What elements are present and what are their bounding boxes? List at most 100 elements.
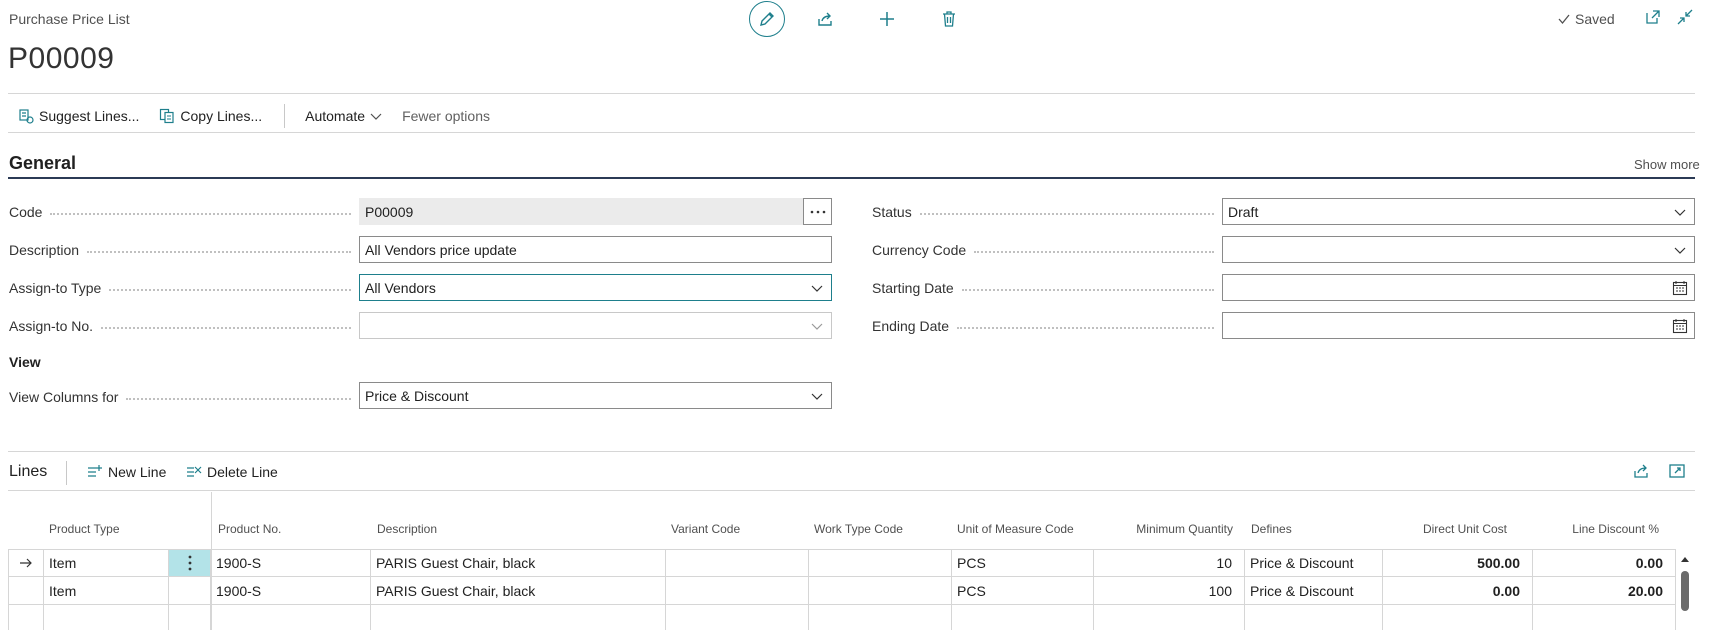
more-vertical-icon bbox=[188, 555, 191, 571]
view-columns-value: Price & Discount bbox=[365, 387, 469, 404]
cell-product-type[interactable]: Item bbox=[44, 577, 169, 604]
label-text: Assign-to Type bbox=[9, 280, 102, 296]
dropdown-trail bbox=[803, 275, 831, 300]
delete-button[interactable] bbox=[935, 5, 963, 33]
cell-min-qty[interactable] bbox=[1094, 605, 1245, 630]
window-controls bbox=[1644, 8, 1694, 29]
cell-line-discount[interactable]: 0.00 bbox=[1533, 550, 1676, 576]
cell-work-type-code[interactable] bbox=[809, 577, 952, 604]
chevron-down-icon bbox=[811, 393, 823, 400]
starting-date-picker-button[interactable] bbox=[1666, 275, 1694, 300]
chevron-down-icon bbox=[811, 285, 823, 292]
fewer-options-button[interactable]: Fewer options bbox=[402, 108, 490, 124]
copy-lines-button[interactable]: Copy Lines... bbox=[159, 108, 262, 124]
col-header-uom[interactable]: Unit of Measure Code bbox=[957, 522, 1074, 536]
section-rule bbox=[8, 177, 1695, 179]
table-row[interactable]: Item 1900-S PARIS Guest Chair, black PCS… bbox=[8, 577, 1676, 605]
cell-uom[interactable]: PCS bbox=[952, 577, 1094, 604]
cell-product-type[interactable] bbox=[44, 605, 169, 630]
open-new-window-icon bbox=[1646, 10, 1660, 24]
new-line-button[interactable]: New Line bbox=[87, 464, 166, 480]
cell-uom[interactable]: PCS bbox=[952, 550, 1094, 576]
col-header-variant-code[interactable]: Variant Code bbox=[671, 522, 740, 536]
col-header-direct-unit-cost[interactable]: Direct Unit Cost bbox=[1372, 522, 1507, 536]
trash-icon bbox=[943, 11, 955, 27]
cell-direct-unit-cost[interactable]: 0.00 bbox=[1383, 577, 1533, 604]
leader-dots bbox=[957, 327, 1214, 329]
col-header-description[interactable]: Description bbox=[377, 522, 437, 536]
status-select[interactable]: Draft bbox=[1222, 198, 1695, 225]
cell-product-type[interactable]: Item bbox=[44, 550, 169, 576]
view-columns-select[interactable]: Price & Discount bbox=[359, 382, 832, 409]
delete-line-button[interactable]: Delete Line bbox=[186, 464, 278, 480]
cell-min-qty[interactable]: 100 bbox=[1094, 577, 1245, 604]
cell-direct-unit-cost[interactable]: 500.00 bbox=[1383, 550, 1533, 576]
currency-code-select[interactable] bbox=[1222, 236, 1695, 263]
automate-menu[interactable]: Automate bbox=[305, 108, 382, 124]
field-label-status: Status bbox=[872, 204, 1222, 220]
code-lookup-button[interactable] bbox=[803, 198, 832, 225]
cell-line-discount[interactable] bbox=[1533, 605, 1676, 630]
lines-top-divider bbox=[8, 451, 1695, 452]
row-actions-button[interactable] bbox=[169, 550, 211, 576]
cell-product-no[interactable]: 1900-S bbox=[211, 577, 371, 604]
scrollbar-thumb[interactable] bbox=[1681, 571, 1689, 611]
cell-product-no[interactable]: 1900-S bbox=[211, 550, 371, 576]
cell-variant-code[interactable] bbox=[666, 550, 809, 576]
cell-uom[interactable] bbox=[952, 605, 1094, 630]
share-button[interactable] bbox=[811, 5, 839, 33]
col-header-min-qty[interactable]: Minimum Quantity bbox=[1093, 522, 1233, 536]
col-header-product-type[interactable]: Product Type bbox=[49, 522, 120, 536]
section-title-general: General bbox=[9, 153, 77, 173]
ending-date-picker-button[interactable] bbox=[1666, 313, 1694, 338]
cell-product-no[interactable] bbox=[211, 605, 371, 630]
cell-work-type-code[interactable] bbox=[809, 550, 952, 576]
col-header-defines[interactable]: Defines bbox=[1251, 522, 1292, 536]
field-label-assign-to-no: Assign-to No. bbox=[9, 318, 359, 334]
cell-direct-unit-cost[interactable] bbox=[1383, 605, 1533, 630]
leader-dots bbox=[919, 213, 1214, 215]
show-more-link[interactable]: Show more bbox=[1634, 157, 1700, 172]
description-field[interactable]: All Vendors price update bbox=[359, 236, 832, 263]
edit-button[interactable] bbox=[749, 1, 785, 37]
assign-to-type-select[interactable]: All Vendors bbox=[359, 274, 832, 301]
lines-title: Lines bbox=[9, 463, 48, 480]
cell-line-discount[interactable]: 20.00 bbox=[1533, 577, 1676, 604]
col-header-product-no[interactable]: Product No. bbox=[218, 522, 281, 536]
new-button[interactable] bbox=[873, 5, 901, 33]
col-header-work-type-code[interactable]: Work Type Code bbox=[814, 522, 903, 536]
cell-variant-code[interactable] bbox=[666, 605, 809, 630]
starting-date-field[interactable] bbox=[1222, 274, 1695, 301]
field-label-code: Code bbox=[9, 204, 359, 220]
row-actions-cell[interactable] bbox=[169, 577, 211, 604]
table-row[interactable]: Item 1900-S PARIS Guest Chair, black PCS… bbox=[8, 549, 1676, 577]
code-field[interactable]: P00009 bbox=[359, 198, 803, 225]
lines-share-button[interactable] bbox=[1632, 462, 1650, 483]
cell-defines[interactable] bbox=[1245, 605, 1383, 630]
chevron-down-icon bbox=[370, 113, 382, 120]
dropdown-trail bbox=[803, 383, 831, 408]
table-row-empty[interactable] bbox=[8, 605, 1676, 630]
cell-work-type-code[interactable] bbox=[809, 605, 952, 630]
status-value: Draft bbox=[1228, 203, 1259, 220]
ending-date-field[interactable] bbox=[1222, 312, 1695, 339]
cell-description[interactable] bbox=[371, 605, 666, 630]
leader-dots bbox=[101, 327, 351, 329]
suggest-lines-button[interactable]: Suggest Lines... bbox=[18, 108, 139, 124]
cell-description[interactable]: PARIS Guest Chair, black bbox=[371, 550, 666, 576]
cell-description[interactable]: PARIS Guest Chair, black bbox=[371, 577, 666, 604]
lines-expand-button[interactable] bbox=[1668, 462, 1686, 483]
lines-scrollbar[interactable] bbox=[1679, 552, 1691, 622]
cell-variant-code[interactable] bbox=[666, 577, 809, 604]
col-header-line-discount[interactable]: Line Discount % bbox=[1521, 522, 1659, 536]
row-actions-cell[interactable] bbox=[169, 605, 211, 630]
assign-to-no-select[interactable] bbox=[359, 312, 832, 339]
cell-min-qty[interactable]: 10 bbox=[1094, 550, 1245, 576]
open-new-window-button[interactable] bbox=[1644, 8, 1662, 29]
view-subheading: View bbox=[9, 354, 41, 370]
dropdown-trail bbox=[1666, 237, 1694, 262]
cell-defines[interactable]: Price & Discount bbox=[1245, 550, 1383, 576]
cell-defines[interactable]: Price & Discount bbox=[1245, 577, 1383, 604]
leader-dots bbox=[126, 398, 351, 400]
collapse-button[interactable] bbox=[1676, 8, 1694, 29]
